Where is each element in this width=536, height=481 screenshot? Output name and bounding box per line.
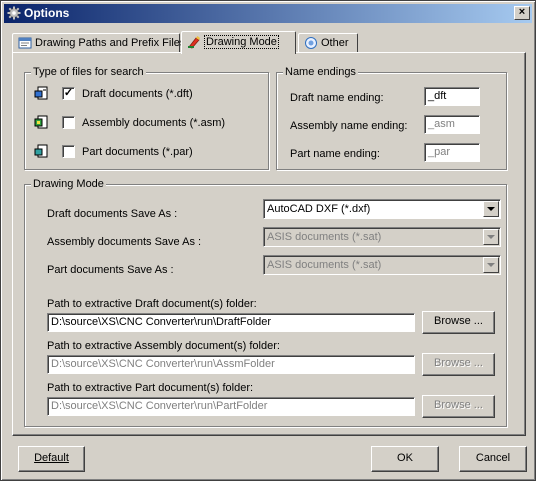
drawing-mode-group: Drawing Mode Draft documents Save As : A… xyxy=(24,178,507,427)
part-saveas-select[interactable]: ASIS documents (*.sat) xyxy=(263,255,501,275)
draft-path-label: Path to extractive Draft document(s) fol… xyxy=(47,298,257,310)
part-checkbox-label: Part documents (*.par) xyxy=(82,146,193,158)
group-title: Drawing Mode xyxy=(31,178,106,191)
assembly-file-icon xyxy=(34,115,48,129)
name-endings-group: Name endings Draft name ending: _dft Ass… xyxy=(276,66,507,170)
draft-saveas-value: AutoCAD DXF (*.dxf) xyxy=(267,203,371,215)
draft-ending-label: Draft name ending: xyxy=(290,92,384,104)
part-saveas-value: ASIS documents (*.sat) xyxy=(267,259,382,271)
assembly-saveas-value: ASIS documents (*.sat) xyxy=(267,231,382,243)
part-saveas-label: Part documents Save As : xyxy=(47,264,174,276)
title-bar[interactable]: Options × xyxy=(4,4,532,23)
other-icon xyxy=(305,37,317,49)
draft-checkbox[interactable]: ✓ xyxy=(62,87,75,100)
assembly-path-label: Path to extractive Assembly document(s) … xyxy=(47,340,280,352)
chevron-down-icon[interactable] xyxy=(483,229,499,245)
assembly-path-input[interactable]: D:\source\XS\CNC Converter\run\AssmFolde… xyxy=(47,355,415,374)
draft-path-input[interactable]: D:\source\XS\CNC Converter\run\DraftFold… xyxy=(47,313,415,332)
group-title: Name endings xyxy=(283,66,358,79)
group-title: Type of files for search xyxy=(31,66,146,79)
assembly-checkbox-label: Assembly documents (*.asm) xyxy=(82,117,226,129)
default-button-label: Default xyxy=(34,452,69,464)
draft-browse-button[interactable]: Browse ... xyxy=(422,311,495,334)
tab-other[interactable]: Other xyxy=(298,33,358,53)
tab-label: Drawing Paths and Prefix Files xyxy=(35,37,186,49)
assembly-browse-button[interactable]: Browse ... xyxy=(422,353,495,376)
gear-icon xyxy=(7,6,21,20)
assembly-saveas-label: Assembly documents Save As : xyxy=(47,236,202,248)
part-path-label: Path to extractive Part document(s) fold… xyxy=(47,382,254,394)
chevron-down-icon[interactable] xyxy=(483,201,499,217)
part-file-icon xyxy=(34,144,48,158)
draft-file-icon xyxy=(34,86,48,100)
assembly-ending-input[interactable]: _asm xyxy=(424,115,480,134)
tab-label: Other xyxy=(321,37,349,49)
tab-drawing-paths[interactable]: Drawing Paths and Prefix Files xyxy=(12,33,185,53)
default-button[interactable]: Default xyxy=(18,446,85,472)
assembly-checkbox[interactable] xyxy=(62,116,75,129)
draft-ending-input[interactable]: _dft xyxy=(424,87,480,106)
options-dialog: Options × Drawing Paths and Prefix Files… xyxy=(0,0,536,481)
part-ending-label: Part name ending: xyxy=(290,148,380,160)
part-path-input[interactable]: D:\source\XS\CNC Converter\run\PartFolde… xyxy=(47,397,415,416)
file-types-group: Type of files for search ✓ Draft documen… xyxy=(24,66,269,170)
assembly-ending-label: Assembly name ending: xyxy=(290,120,408,132)
ok-button[interactable]: OK xyxy=(371,446,439,472)
drawing-mode-icon xyxy=(188,36,200,49)
part-browse-button[interactable]: Browse ... xyxy=(422,395,495,418)
close-button[interactable]: × xyxy=(514,6,530,20)
cancel-button[interactable]: Cancel xyxy=(459,446,527,472)
part-checkbox[interactable] xyxy=(62,145,75,158)
chevron-down-icon[interactable] xyxy=(483,257,499,273)
part-ending-input[interactable]: _par xyxy=(424,143,480,162)
tab-label: Drawing Mode xyxy=(204,35,279,49)
drawing-mode-panel: Type of files for search ✓ Draft documen… xyxy=(12,52,526,436)
assembly-saveas-select[interactable]: ASIS documents (*.sat) xyxy=(263,227,501,247)
tab-drawing-mode[interactable]: Drawing Mode xyxy=(181,31,296,54)
paths-icon xyxy=(18,37,32,49)
draft-checkbox-label: Draft documents (*.dft) xyxy=(82,88,193,100)
draft-saveas-select[interactable]: AutoCAD DXF (*.dxf) xyxy=(263,199,501,219)
draft-saveas-label: Draft documents Save As : xyxy=(47,208,178,220)
window-title: Options xyxy=(24,6,70,20)
